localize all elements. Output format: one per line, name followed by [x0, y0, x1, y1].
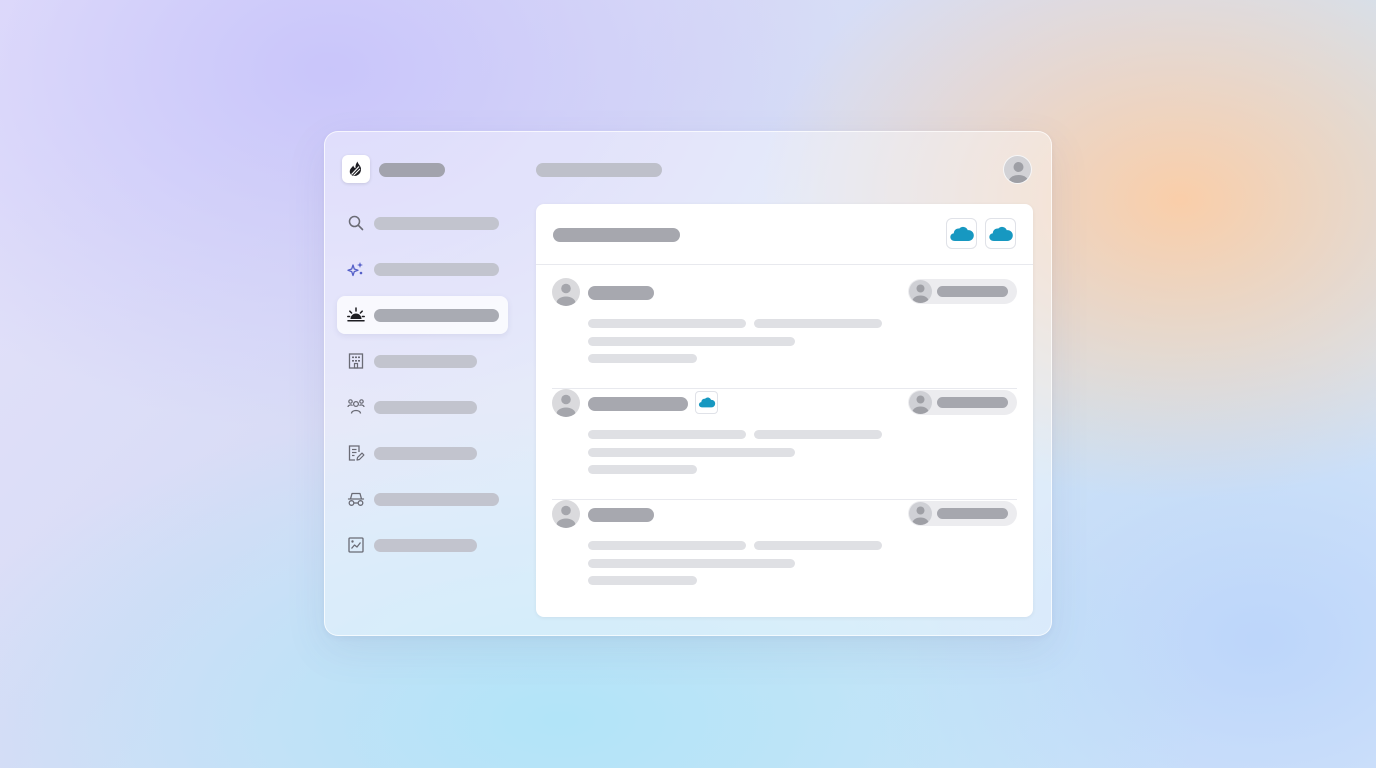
text-line-placeholder	[588, 354, 697, 363]
text-line-placeholder	[588, 430, 746, 439]
text-line-placeholder	[588, 448, 795, 457]
salesforce-cloud-icon[interactable]	[985, 218, 1016, 249]
chart-icon	[348, 537, 364, 553]
building-icon	[348, 353, 364, 369]
sidebar-item-label-placeholder	[374, 263, 499, 276]
sidebar-item-label-placeholder	[374, 447, 477, 460]
people-icon	[347, 399, 365, 414]
sidebar-item-deals[interactable]	[337, 480, 508, 518]
sidebar-item-people[interactable]	[337, 388, 508, 426]
list-item[interactable]	[552, 389, 1017, 500]
document-edit-icon	[348, 445, 365, 461]
flame-logo-icon[interactable]	[342, 155, 370, 183]
contact-name-placeholder	[588, 397, 688, 411]
assignee-chip[interactable]	[908, 279, 1017, 304]
sparkles-icon	[347, 262, 363, 277]
user-avatar-icon	[909, 280, 932, 303]
page-title-placeholder	[536, 163, 662, 177]
sidebar-item-label-placeholder	[374, 309, 499, 322]
panel-title-placeholder	[553, 228, 680, 242]
sidebar-item-today[interactable]	[337, 296, 508, 334]
text-line-placeholder	[588, 337, 795, 346]
search-icon	[348, 215, 364, 231]
text-line-placeholder	[754, 541, 882, 550]
salesforce-cloud-icon[interactable]	[946, 218, 977, 249]
sidebar-item-search[interactable]	[337, 204, 508, 242]
sunrise-icon	[347, 307, 365, 322]
salesforce-cloud-icon	[695, 391, 718, 414]
assignee-chip[interactable]	[908, 501, 1017, 526]
user-avatar-icon	[552, 389, 580, 417]
sidebar-item-companies[interactable]	[337, 342, 508, 380]
sidebar-item-ai[interactable]	[337, 250, 508, 288]
sidebar-item-notes[interactable]	[337, 434, 508, 472]
text-line-placeholder	[588, 559, 795, 568]
sidebar-item-label-placeholder	[374, 401, 477, 414]
app-window	[324, 131, 1052, 636]
text-line-placeholder	[588, 541, 746, 550]
assignee-chip[interactable]	[908, 390, 1017, 415]
sidebar-item-label-placeholder	[374, 539, 477, 552]
header-divider	[536, 264, 1033, 265]
assignee-name-placeholder	[937, 508, 1008, 519]
text-line-placeholder	[588, 319, 746, 328]
sidebar-item-label-placeholder	[374, 217, 499, 230]
user-avatar-icon	[909, 502, 932, 525]
user-avatar-icon	[552, 500, 580, 528]
text-line-placeholder	[754, 319, 882, 328]
assignee-name-placeholder	[937, 397, 1008, 408]
activity-panel	[536, 204, 1033, 617]
app-name-placeholder	[379, 163, 445, 177]
text-line-placeholder	[588, 576, 697, 585]
sidebar-item-label-placeholder	[374, 493, 499, 506]
contact-name-placeholder	[588, 508, 654, 522]
user-avatar-icon	[552, 278, 580, 306]
list-item[interactable]	[552, 500, 1017, 611]
car-icon	[347, 492, 365, 506]
user-avatar-icon	[909, 391, 932, 414]
user-avatar-icon[interactable]	[1003, 155, 1032, 184]
text-line-placeholder	[588, 465, 697, 474]
contact-name-placeholder	[588, 286, 654, 300]
sidebar-item-label-placeholder	[374, 355, 477, 368]
sidebar-item-reports[interactable]	[337, 526, 508, 564]
assignee-name-placeholder	[937, 286, 1008, 297]
text-line-placeholder	[754, 430, 882, 439]
list-item[interactable]	[552, 278, 1017, 389]
